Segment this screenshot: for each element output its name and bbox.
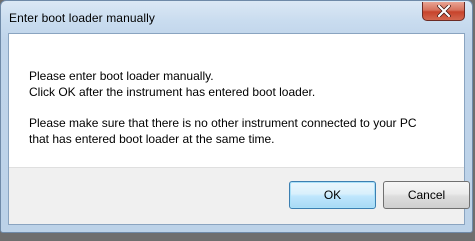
dialog-window: Enter boot loader manually Please enter … — [0, 0, 473, 233]
dialog-content: Please enter boot loader manually. Click… — [8, 33, 470, 225]
ok-button[interactable]: OK — [289, 181, 376, 209]
close-button[interactable] — [422, 2, 465, 21]
close-icon — [436, 5, 451, 17]
cancel-button[interactable]: Cancel — [383, 181, 470, 209]
title-bar[interactable]: Enter boot loader manually — [1, 1, 472, 34]
message-line: Please make sure that there is no other … — [29, 116, 417, 130]
message-line: Please enter boot loader manually. — [29, 69, 214, 83]
button-bar: OK Cancel — [9, 167, 470, 224]
window-title: Enter boot loader manually — [9, 11, 156, 25]
message-line: that has entered boot loader at the same… — [29, 132, 275, 146]
message-text: Please enter boot loader manually. Click… — [29, 68, 417, 147]
message-line: Click OK after the instrument has entere… — [29, 85, 316, 99]
